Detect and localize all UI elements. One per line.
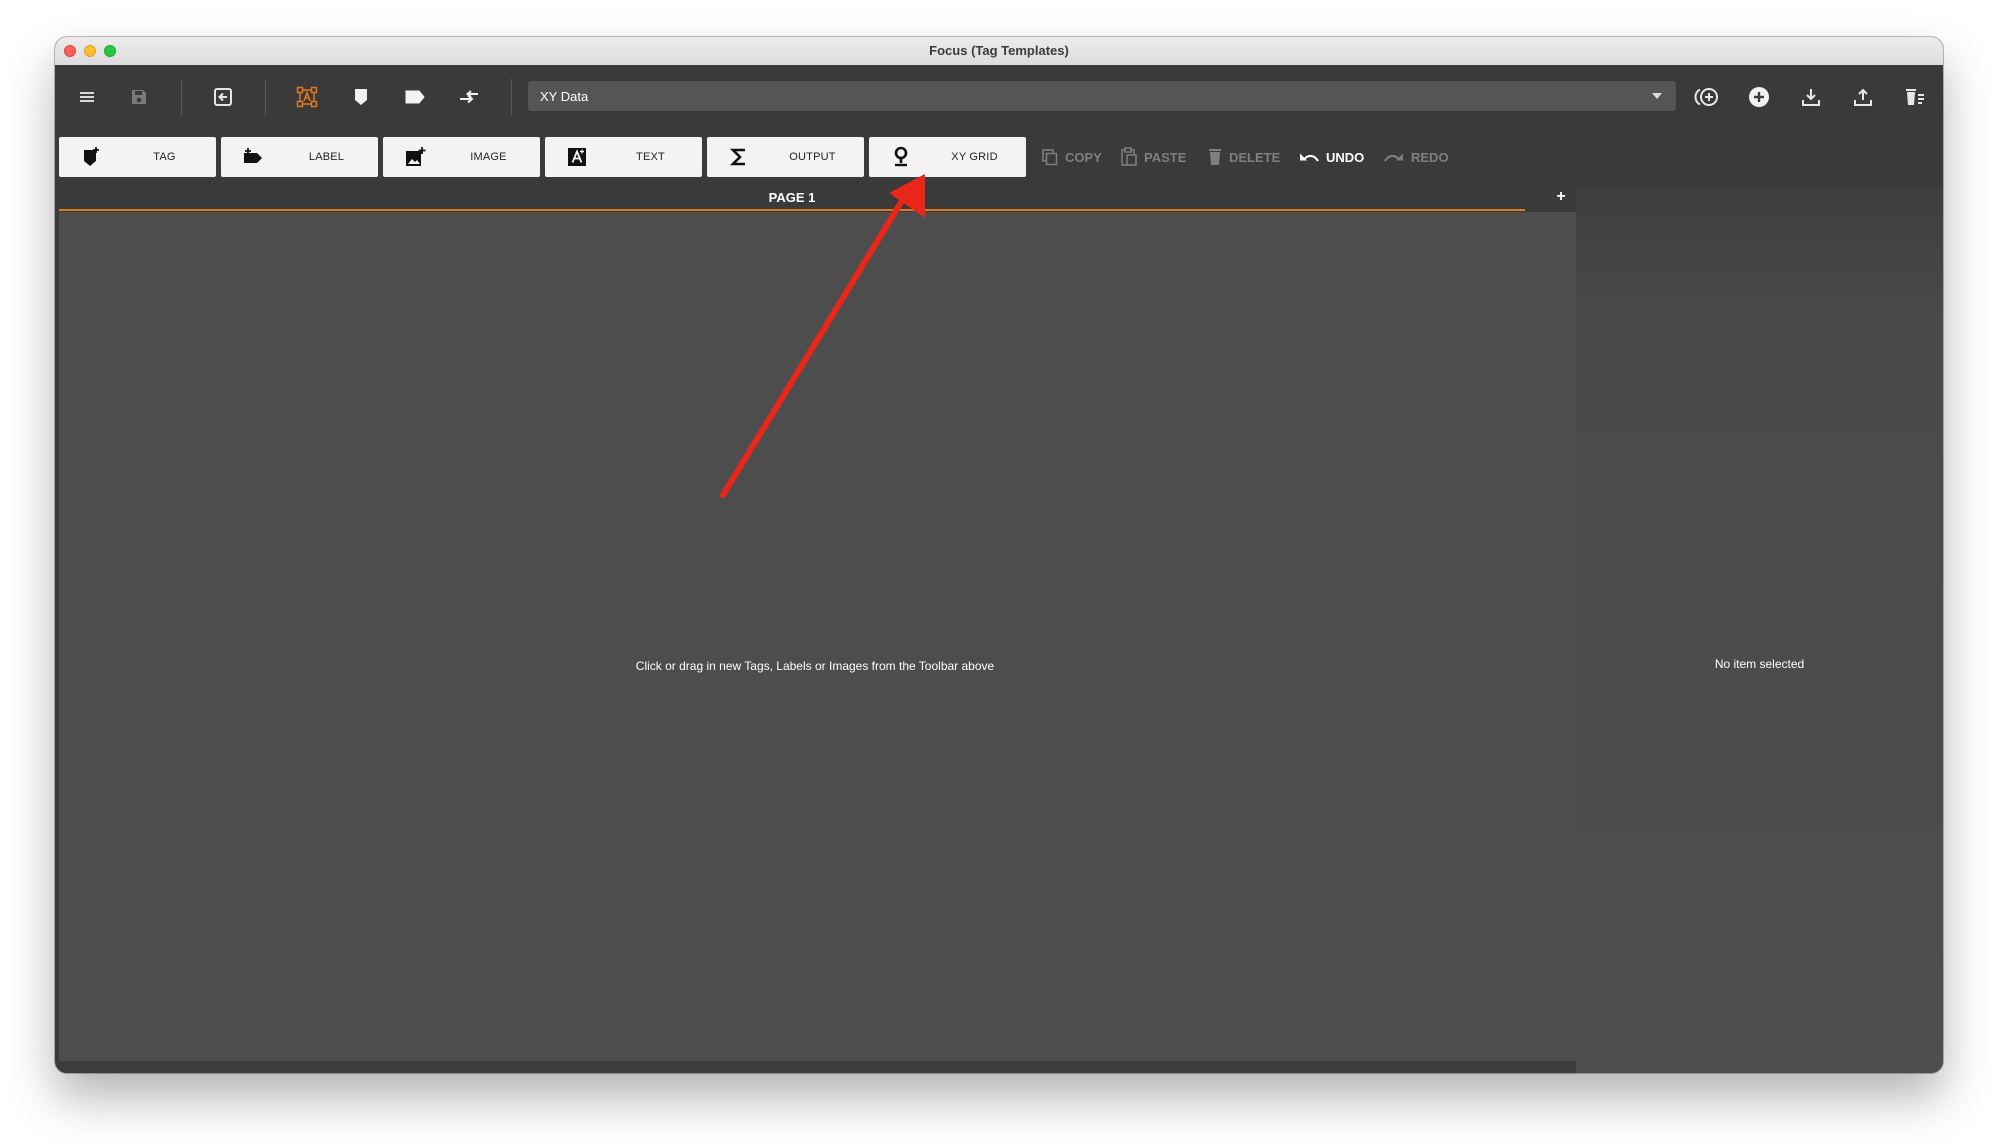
insert-label-label: LABEL — [308, 151, 345, 163]
tag-tool-button[interactable] — [343, 79, 379, 115]
toolbar-divider — [181, 79, 182, 115]
paste-button[interactable]: PASTE — [1120, 145, 1186, 169]
delete-button[interactable]: DELETE — [1207, 145, 1280, 169]
menu-button[interactable] — [69, 79, 105, 115]
switch-tool-button[interactable] — [451, 79, 487, 115]
tag-icon — [353, 87, 369, 107]
undo-button[interactable]: UNDO — [1298, 145, 1364, 169]
insert-image-label: IMAGE — [470, 151, 507, 163]
insert-xy-grid-label: XY GRID — [951, 151, 998, 163]
template-select[interactable]: XY Data — [528, 81, 1676, 111]
save-icon — [130, 88, 148, 106]
label-icon — [404, 89, 426, 105]
insert-output-label: OUTPUT — [789, 151, 836, 163]
insert-xy-grid-button[interactable]: XY GRID — [869, 137, 1026, 177]
insert-tag-label: TAG — [153, 151, 176, 163]
download-button[interactable] — [1793, 79, 1829, 115]
insert-tag-button[interactable]: TAG — [59, 137, 216, 177]
download-icon — [1801, 87, 1821, 107]
copy-label: COPY — [1065, 149, 1102, 165]
upload-button[interactable] — [1845, 79, 1881, 115]
undo-icon — [1298, 150, 1320, 164]
insert-image-button[interactable]: IMAGE — [383, 137, 540, 177]
page-tab-bar: PAGE 1 + — [59, 187, 1580, 211]
delete-template-button[interactable] — [1897, 79, 1933, 115]
delete-template-icon — [1904, 87, 1926, 107]
insert-output-button[interactable]: OUTPUT — [707, 137, 864, 177]
toolbar-divider — [511, 79, 512, 115]
sigma-icon — [727, 146, 751, 168]
label-tool-button[interactable] — [397, 79, 433, 115]
text-box-icon — [565, 146, 589, 168]
redo-label: REDO — [1411, 149, 1449, 165]
select-tool-button[interactable] — [289, 79, 325, 115]
window-title: Focus (Tag Templates) — [929, 43, 1069, 58]
add-outline-button[interactable] — [1689, 79, 1725, 115]
label-plus-icon — [241, 146, 265, 168]
delete-label: DELETE — [1229, 149, 1281, 165]
title-bar: Focus (Tag Templates) — [55, 37, 1943, 66]
upload-icon — [1853, 87, 1873, 107]
select-icon — [296, 86, 318, 108]
add-page-button[interactable]: + — [1549, 187, 1573, 209]
menu-icon — [79, 90, 95, 104]
toolbar-divider — [265, 79, 266, 115]
tab-page-1[interactable]: PAGE 1 — [59, 187, 1525, 211]
app-window: Focus (Tag Templates) XY Data TAG LABEL … — [55, 37, 1943, 1073]
insert-toolbar: TAG LABEL IMAGE TEXT OUTPUT XY GRID COPY… — [55, 129, 1943, 189]
copy-button[interactable]: COPY — [1041, 145, 1102, 169]
tag-plus-icon — [79, 146, 103, 168]
save-button[interactable] — [121, 79, 157, 115]
add-circle-icon — [1748, 86, 1770, 108]
canvas-empty-hint: Click or drag in new Tags, Labels or Ima… — [635, 659, 995, 673]
import-icon — [213, 87, 233, 107]
insert-text-label: TEXT — [636, 151, 665, 163]
canvas-horizontal-scrollbar[interactable] — [59, 1061, 1576, 1073]
main-toolbar: XY Data — [55, 65, 1943, 129]
no-selection-message: No item selected — [1714, 657, 1805, 671]
redo-button[interactable]: REDO — [1383, 145, 1449, 169]
image-plus-icon — [403, 146, 427, 168]
switch-icon — [458, 89, 480, 105]
chevron-down-icon — [1652, 93, 1662, 99]
map-pin-icon — [889, 146, 913, 168]
redo-icon — [1383, 150, 1405, 164]
template-select-value: XY Data — [540, 88, 589, 104]
design-canvas[interactable]: Click or drag in new Tags, Labels or Ima… — [59, 212, 1576, 1061]
paste-icon — [1120, 147, 1138, 167]
insert-label-button[interactable]: LABEL — [221, 137, 378, 177]
copy-icon — [1041, 148, 1059, 166]
properties-panel: No item selected — [1576, 187, 1943, 1073]
add-template-button[interactable] — [1741, 79, 1777, 115]
insert-text-button[interactable]: TEXT — [545, 137, 702, 177]
paste-label: PASTE — [1144, 149, 1187, 165]
import-button[interactable] — [205, 79, 241, 115]
undo-label: UNDO — [1326, 149, 1365, 165]
add-circle-outline-icon — [1694, 86, 1720, 108]
trash-icon — [1207, 148, 1223, 166]
